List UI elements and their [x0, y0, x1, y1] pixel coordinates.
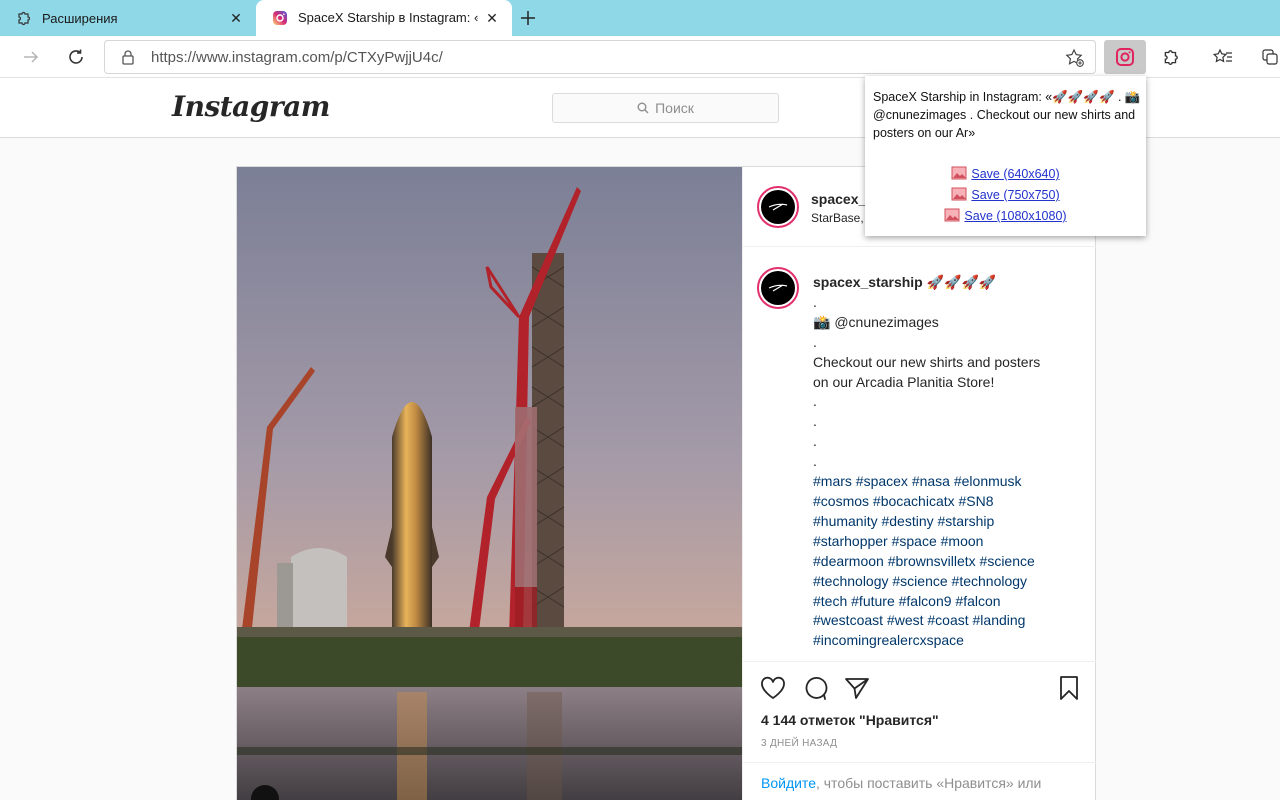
save-640-link[interactable]: Save (640x640)	[865, 164, 1146, 185]
caption-line: on our Arcadia Planitia Store!	[813, 373, 995, 390]
collections-button[interactable]	[1256, 42, 1280, 72]
hashtag-line[interactable]: #starhopper #space #moon	[813, 532, 1083, 552]
puzzle-icon	[1164, 50, 1178, 65]
hashtag-line[interactable]: #tech #future #falcon9 #falcon	[813, 592, 1083, 612]
favorites-button[interactable]	[1208, 42, 1238, 72]
new-tab-button[interactable]	[514, 4, 542, 32]
spacex-logo-icon	[768, 203, 788, 211]
browser-toolbar: https://www.instagram.com/p/CTXyPwjjU4c/	[0, 36, 1280, 78]
lock-icon	[121, 49, 137, 65]
instagram-downloader-extension-button[interactable]	[1104, 40, 1146, 74]
downloader-popup: SpaceX Starship in Instagram: «🚀🚀🚀🚀 . 📸 …	[865, 76, 1146, 236]
share-send-icon[interactable]	[843, 674, 871, 702]
post-location[interactable]: StarBase,	[811, 211, 864, 225]
save-750-link[interactable]: Save (750x750)	[865, 185, 1146, 206]
comment-icon[interactable]	[801, 674, 829, 702]
hashtag-line[interactable]: #dearmoon #brownsvilletx #science	[813, 552, 1083, 572]
reload-icon	[69, 49, 83, 64]
avatar[interactable]	[757, 186, 799, 228]
hashtag-line[interactable]: #incomingrealercxspace	[813, 631, 1083, 651]
caption-line: .	[813, 293, 817, 310]
login-prompt-text: , чтобы поставить «Нравится» или	[815, 775, 1042, 791]
image-icon	[951, 187, 967, 201]
address-bar[interactable]: https://www.instagram.com/p/CTXyPwjjU4c/	[104, 40, 1096, 74]
hashtag-line[interactable]: #cosmos #bocachicatx #SN8	[813, 492, 1083, 512]
caption-line: .	[813, 393, 817, 410]
search-icon	[637, 102, 649, 114]
caption-line: .	[813, 333, 817, 350]
collections-icon	[1262, 49, 1278, 65]
likes-count[interactable]: 4 144 отметок "Нравится"	[761, 712, 939, 728]
instagram-logo[interactable]: Instagram	[172, 90, 330, 123]
spacex-logo-icon	[768, 284, 788, 292]
caption-line: 📸 @cnunezimages	[813, 313, 939, 330]
save-1080-link[interactable]: Save (1080x1080)	[865, 206, 1146, 227]
tab-close-button[interactable]: ✕	[478, 4, 506, 32]
login-prompt: Войдите, чтобы поставить «Нравится» или	[743, 762, 1097, 800]
tab-extensions[interactable]: Расширения ✕	[0, 0, 256, 36]
caption-line: .	[813, 413, 817, 430]
plus-icon	[521, 11, 535, 25]
save-link-label: Save (1080x1080)	[964, 209, 1067, 223]
hashtag-line[interactable]: #technology #science #technology	[813, 572, 1083, 592]
caption-username[interactable]: spacex_starship 🚀🚀🚀🚀	[813, 273, 1083, 293]
forward-button[interactable]	[16, 42, 46, 72]
search-placeholder: Поиск	[655, 100, 694, 116]
puzzle-icon	[16, 10, 32, 26]
post-actions: 4 144 отметок "Нравится" 3 ДНЕЙ НАЗАД Во…	[743, 662, 1097, 800]
caption-line: Checkout our new shirts and posters	[813, 353, 1041, 370]
instagram-icon	[272, 10, 288, 26]
login-link[interactable]: Войдите	[761, 775, 816, 791]
hashtag-line[interactable]: #mars #spacex #nasa #elonmusk	[813, 472, 1083, 492]
save-link-label: Save (640x640)	[971, 167, 1060, 181]
image-icon	[944, 208, 960, 222]
reload-button[interactable]	[61, 42, 91, 72]
like-heart-icon[interactable]	[759, 674, 787, 702]
hashtag-line[interactable]: #westcoast #west #coast #landing	[813, 611, 1083, 631]
url-text: https://www.instagram.com/p/CTXyPwjjU4c/	[151, 48, 443, 66]
post-date[interactable]: 3 ДНЕЙ НАЗАД	[761, 738, 837, 749]
image-icon	[951, 166, 967, 180]
bookmark-icon[interactable]	[1055, 674, 1083, 702]
tab-close-button[interactable]: ✕	[222, 4, 250, 32]
instagram-icon	[1116, 48, 1134, 66]
search-input[interactable]: Поиск	[552, 93, 779, 123]
caption-line: .	[813, 433, 817, 450]
download-links: Save (640x640) Save (750x750) Save (1080…	[865, 164, 1146, 227]
extensions-button[interactable]	[1156, 42, 1186, 72]
tab-strip: Расширения ✕ SpaceX Starship в Instagram…	[0, 0, 1280, 36]
caption-line: .	[813, 453, 817, 470]
arrow-right-icon	[24, 51, 39, 63]
tab-instagram[interactable]: SpaceX Starship в Instagram: «🚀 ✕	[256, 0, 512, 36]
tab-title: SpaceX Starship в Instagram: «🚀	[298, 10, 478, 25]
post-photo[interactable]	[237, 167, 742, 800]
save-link-label: Save (750x750)	[971, 188, 1060, 202]
popup-post-title: SpaceX Starship in Instagram: «🚀🚀🚀🚀 . 📸 …	[873, 90, 1141, 140]
avatar[interactable]	[757, 267, 799, 309]
post-caption: spacex_starship 🚀🚀🚀🚀 . 📸 @cnunezimages .…	[743, 247, 1097, 662]
tab-title: Расширения	[42, 10, 118, 26]
favorites-icon	[1213, 48, 1232, 63]
hashtag-line[interactable]: #humanity #destiny #starship	[813, 512, 1083, 532]
instagram-post: spacex_s StarBase, spacex_starship 🚀🚀🚀🚀 …	[236, 166, 1097, 800]
add-favorite-icon[interactable]	[1065, 48, 1085, 68]
post-sidebar: spacex_s StarBase, spacex_starship 🚀🚀🚀🚀 …	[742, 167, 1097, 800]
